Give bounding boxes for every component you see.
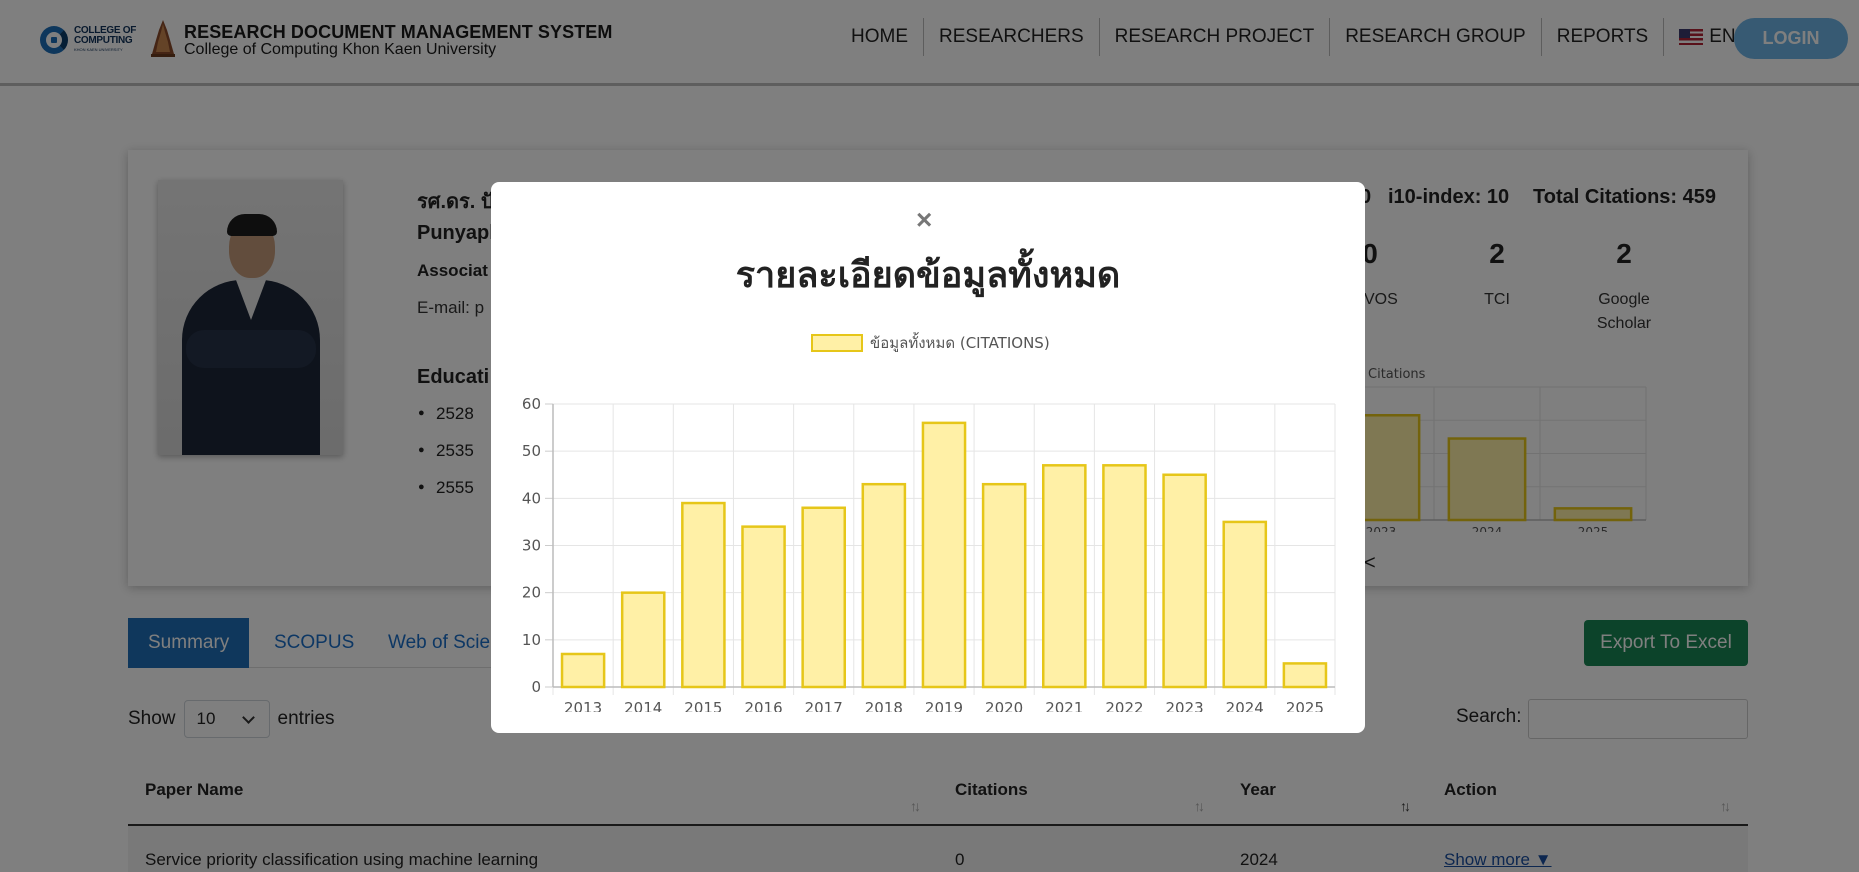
y-tick-label: 40 <box>522 489 541 507</box>
bar-2019 <box>921 421 967 689</box>
bar-2023 <box>1162 473 1207 689</box>
bar-2025 <box>1282 662 1328 689</box>
x-tick-label: 2017 <box>805 699 843 712</box>
citations-modal: × รายละเอียดข้อมูลทั้งหมด ข้อมูลทั้งหมด … <box>491 182 1365 733</box>
bar-2014 <box>620 591 666 689</box>
y-tick-label: 60 <box>522 395 541 413</box>
y-tick-label: 20 <box>522 584 541 602</box>
bar-2021 <box>1042 464 1087 689</box>
x-tick-label: 2024 <box>1226 699 1264 712</box>
bar-2018 <box>861 482 907 689</box>
x-tick-label: 2020 <box>985 699 1023 712</box>
bar-2017 <box>801 506 846 689</box>
bar-2013 <box>560 652 606 689</box>
close-icon[interactable]: × <box>916 206 932 234</box>
x-tick-label: 2018 <box>865 699 903 712</box>
x-tick-label: 2015 <box>684 699 722 712</box>
x-tick-label: 2022 <box>1105 699 1143 712</box>
y-tick-label: 30 <box>522 537 541 555</box>
citations-bar-chart: ข้อมูลทั้งหมด (CITATIONS) 0 10 20 30 40 50 60 20… <box>522 332 1336 712</box>
x-tick-label: 2014 <box>624 699 662 712</box>
x-tick-label: 2021 <box>1045 699 1083 712</box>
x-tick-label: 2019 <box>925 699 963 712</box>
bar-2015 <box>681 501 726 689</box>
legend-swatch <box>811 334 863 352</box>
x-tick-label: 2023 <box>1166 699 1204 712</box>
bar-2016 <box>741 525 786 689</box>
y-tick-label: 10 <box>522 631 541 649</box>
x-tick-label: 2025 <box>1286 699 1324 712</box>
legend-label: ข้อมูลทั้งหมด (CITATIONS) <box>870 332 1050 352</box>
bar-2020 <box>981 482 1027 689</box>
y-tick-label: 50 <box>522 442 541 460</box>
x-tick-label: 2013 <box>564 699 602 712</box>
x-tick-label: 2016 <box>744 699 782 712</box>
y-tick-label: 0 <box>531 678 541 696</box>
modal-title: รายละเอียดข้อมูลทั้งหมด <box>735 254 1121 295</box>
bar-2022 <box>1102 464 1147 689</box>
bar-2024 <box>1222 520 1268 689</box>
